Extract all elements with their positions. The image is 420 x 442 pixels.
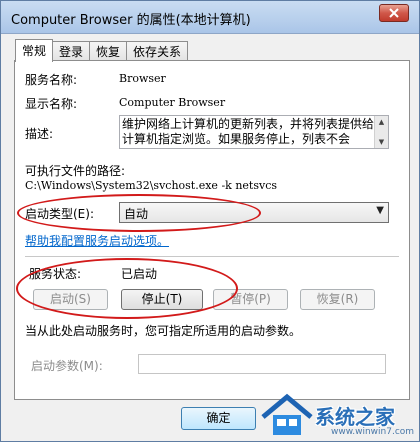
scroll-up-icon[interactable]: ▲ <box>375 116 388 128</box>
start-button[interactable]: 启动(S) <box>33 289 108 310</box>
pause-button[interactable]: 暂停(P) <box>213 289 288 310</box>
tab-recovery[interactable]: 恢复 <box>89 41 128 61</box>
service-name-label: 服务名称: <box>25 73 78 87</box>
tab-general[interactable]: 常规 <box>15 39 54 62</box>
close-icon <box>389 8 399 18</box>
scroll-down-icon[interactable]: ▼ <box>375 136 388 148</box>
tab-strip: 常规 登录 恢复 依存关系 <box>15 39 189 62</box>
exe-path-value: C:\Windows\System32\svchost.exe -k netsv… <box>25 179 278 192</box>
start-params-label: 启动参数(M): <box>31 359 103 373</box>
startup-type-value: 自动 <box>124 207 149 221</box>
description-label: 描述: <box>25 127 54 141</box>
startup-type-select[interactable]: 自动 ▼ <box>119 202 389 223</box>
help-configure-link[interactable]: 帮助我配置服务启动选项。 <box>25 232 169 249</box>
divider <box>25 256 399 257</box>
house-logo-icon <box>261 393 313 435</box>
watermark-text: 系统之家 <box>315 405 395 429</box>
display-name-label: 显示名称: <box>25 97 78 111</box>
display-name-value: Computer Browser <box>119 96 226 109</box>
description-field[interactable]: 维护网络上计算机的更新列表，并将列表提供给计算机指定浏览。如果服务停止，列表不会… <box>119 115 389 149</box>
service-status-value: 已启动 <box>121 267 158 281</box>
chevron-down-icon: ▼ <box>376 205 384 216</box>
window-title: Computer Browser 的属性(本地计算机) <box>11 13 251 28</box>
properties-dialog: Computer Browser 的属性(本地计算机) 常规 登录 恢复 依存关… <box>0 0 420 442</box>
ok-button[interactable]: 确定 <box>181 407 256 430</box>
description-text: 维护网络上计算机的更新列表，并将列表提供给计算机指定浏览。如果服务停止，列表不会 <box>122 117 375 146</box>
exe-path-label: 可执行文件的路径: <box>25 164 126 178</box>
resume-button[interactable]: 恢复(R) <box>300 289 375 310</box>
start-params-hint: 当从此处启动服务时，您可指定所适用的启动参数。 <box>25 324 302 338</box>
general-tab-panel: 服务名称: Browser 显示名称: Computer Browser 描述:… <box>14 60 410 400</box>
watermark-url: www.winwin7.com <box>331 427 415 437</box>
description-scrollbar[interactable]: ▲ ▼ <box>374 116 388 148</box>
close-button[interactable] <box>379 4 409 22</box>
tab-dependencies[interactable]: 依存关系 <box>126 41 189 61</box>
startup-type-label: 启动类型(E): <box>25 207 94 221</box>
title-bar[interactable]: Computer Browser 的属性(本地计算机) <box>1 1 419 34</box>
watermark-logo: 系统之家 www.winwin7.com <box>259 389 419 441</box>
stop-button[interactable]: 停止(T) <box>121 289 203 310</box>
start-params-input[interactable] <box>138 354 386 374</box>
service-status-label: 服务状态: <box>29 267 82 281</box>
service-name-value: Browser <box>119 72 166 85</box>
tab-logon[interactable]: 登录 <box>52 41 91 61</box>
